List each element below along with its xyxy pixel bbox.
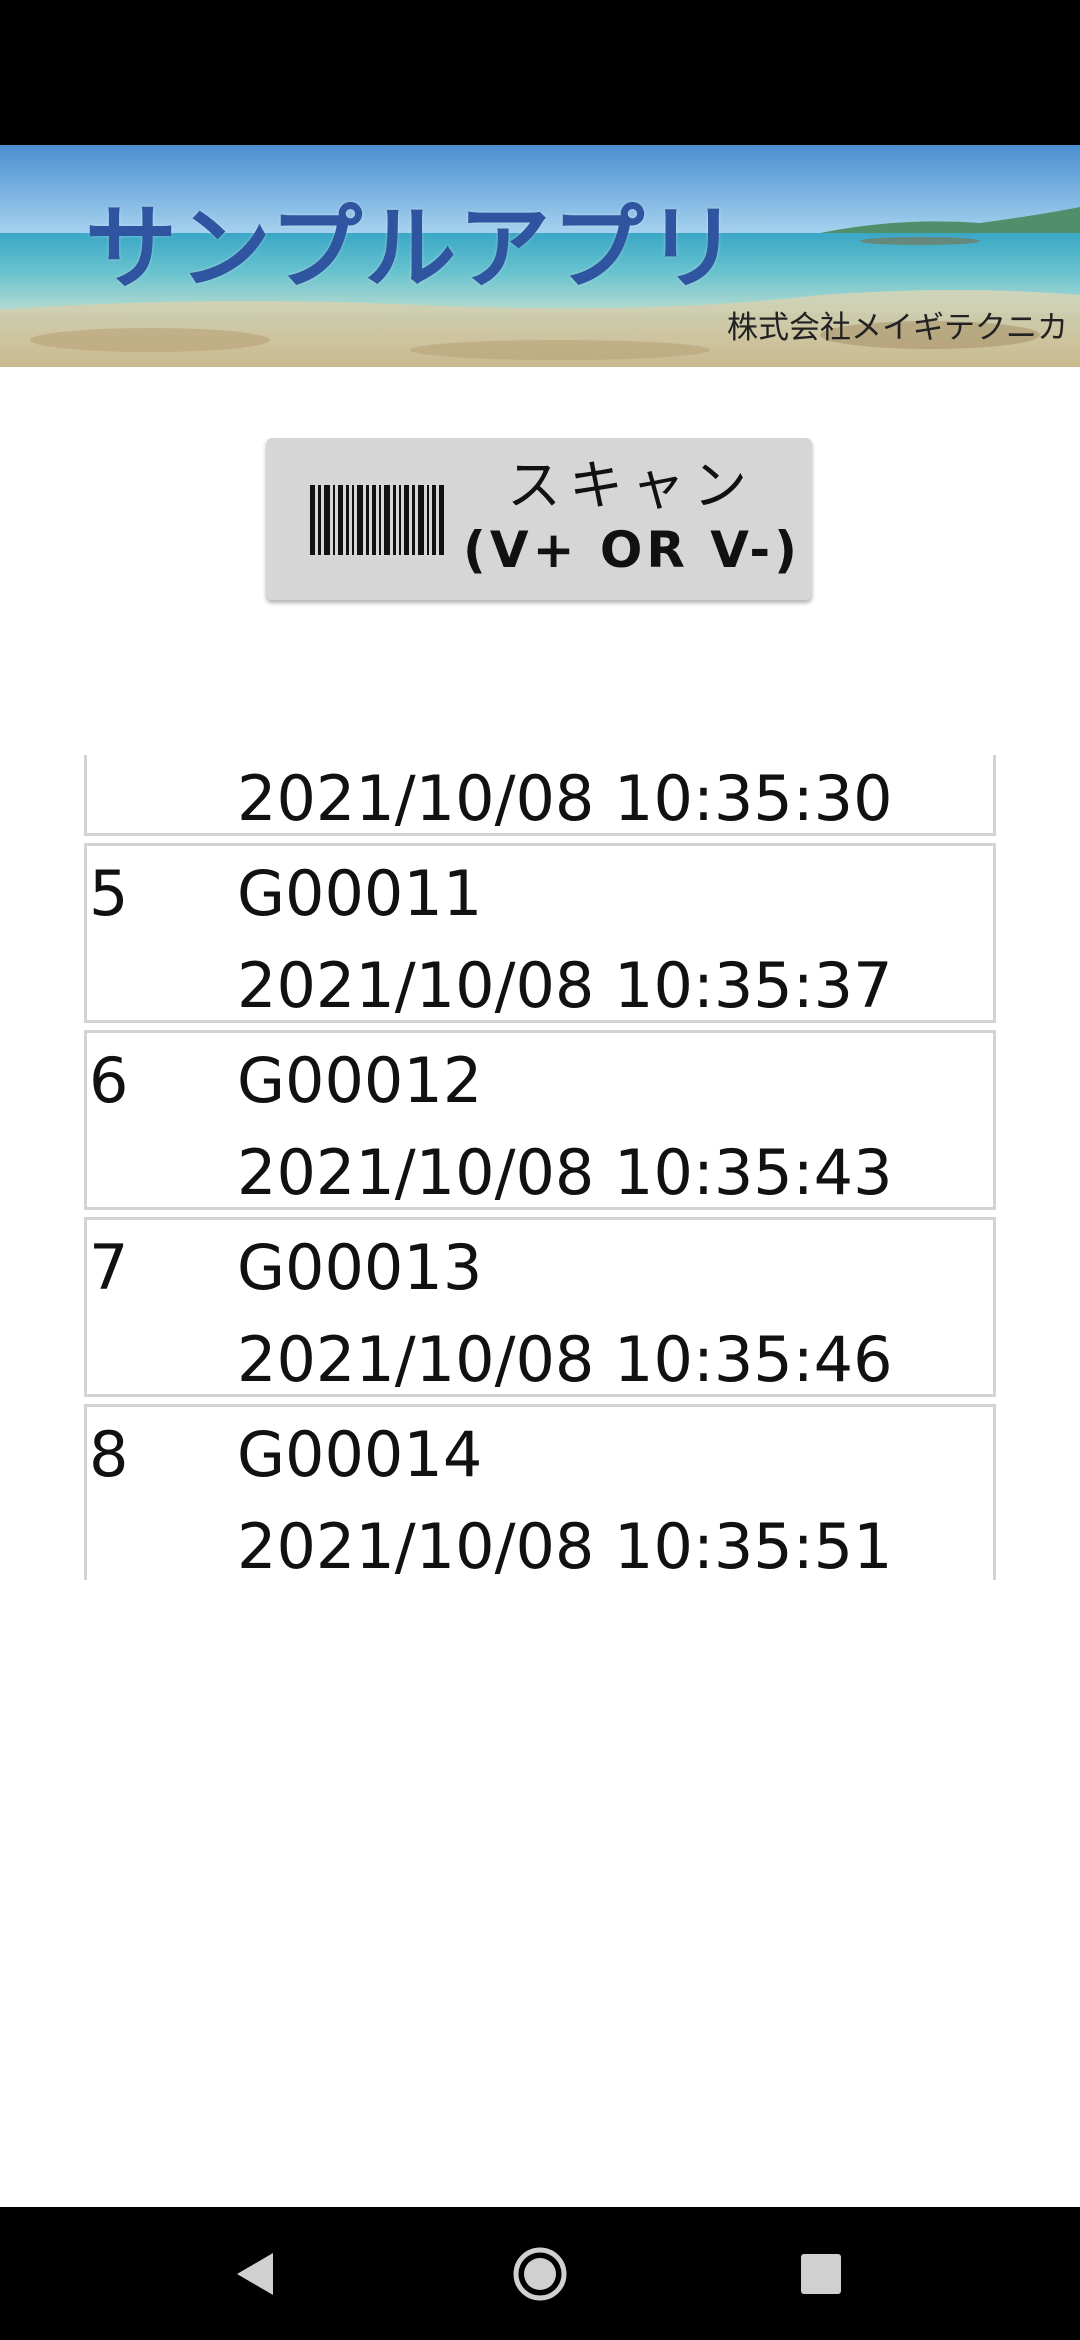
row-timestamp: 2021/10/08 10:35:30: [237, 762, 893, 835]
row-number: 7: [89, 1231, 129, 1304]
list-item[interactable]: 4 2021/10/08 10:35:30: [84, 755, 996, 836]
row-code: G00013: [237, 1231, 483, 1304]
home-circle-icon[interactable]: [495, 2229, 585, 2319]
row-code: G00014: [237, 1418, 483, 1491]
list-item[interactable]: 5 G00011 2021/10/08 10:35:37: [84, 843, 996, 1023]
row-code: G00011: [237, 857, 483, 930]
row-number: 5: [89, 857, 129, 930]
scan-button-label: スキャン: [507, 454, 755, 517]
scan-history-list[interactable]: 4 2021/10/08 10:35:30 5 G00011 2021/10/0…: [84, 755, 996, 1580]
back-triangle-icon[interactable]: [215, 2229, 305, 2319]
scan-button-hint: (V+ OR V-): [463, 521, 801, 579]
row-timestamp: 2021/10/08 10:35:51: [237, 1510, 893, 1580]
app-title: サンプルアプリ: [85, 195, 741, 302]
recents-square-icon[interactable]: [775, 2229, 865, 2319]
barcode-icon: [310, 485, 444, 555]
row-number: 6: [89, 1044, 129, 1117]
row-timestamp: 2021/10/08 10:35:46: [237, 1323, 893, 1396]
navigation-bar: [0, 2207, 1080, 2340]
company-name: 株式会社メイギテクニカ: [727, 310, 1068, 346]
status-bar: [0, 0, 1080, 145]
list-item[interactable]: 8 G00014 2021/10/08 10:35:51: [84, 1404, 996, 1580]
row-timestamp: 2021/10/08 10:35:43: [237, 1136, 893, 1209]
list-item[interactable]: 7 G00013 2021/10/08 10:35:46: [84, 1217, 996, 1397]
app-banner: サンプルアプリ 株式会社メイギテクニカ: [0, 145, 1080, 367]
scan-button[interactable]: スキャン (V+ OR V-): [266, 438, 812, 600]
row-number: 8: [89, 1418, 129, 1491]
list-item[interactable]: 6 G00012 2021/10/08 10:35:43: [84, 1030, 996, 1210]
row-timestamp: 2021/10/08 10:35:37: [237, 949, 893, 1022]
row-code: G00012: [237, 1044, 483, 1117]
